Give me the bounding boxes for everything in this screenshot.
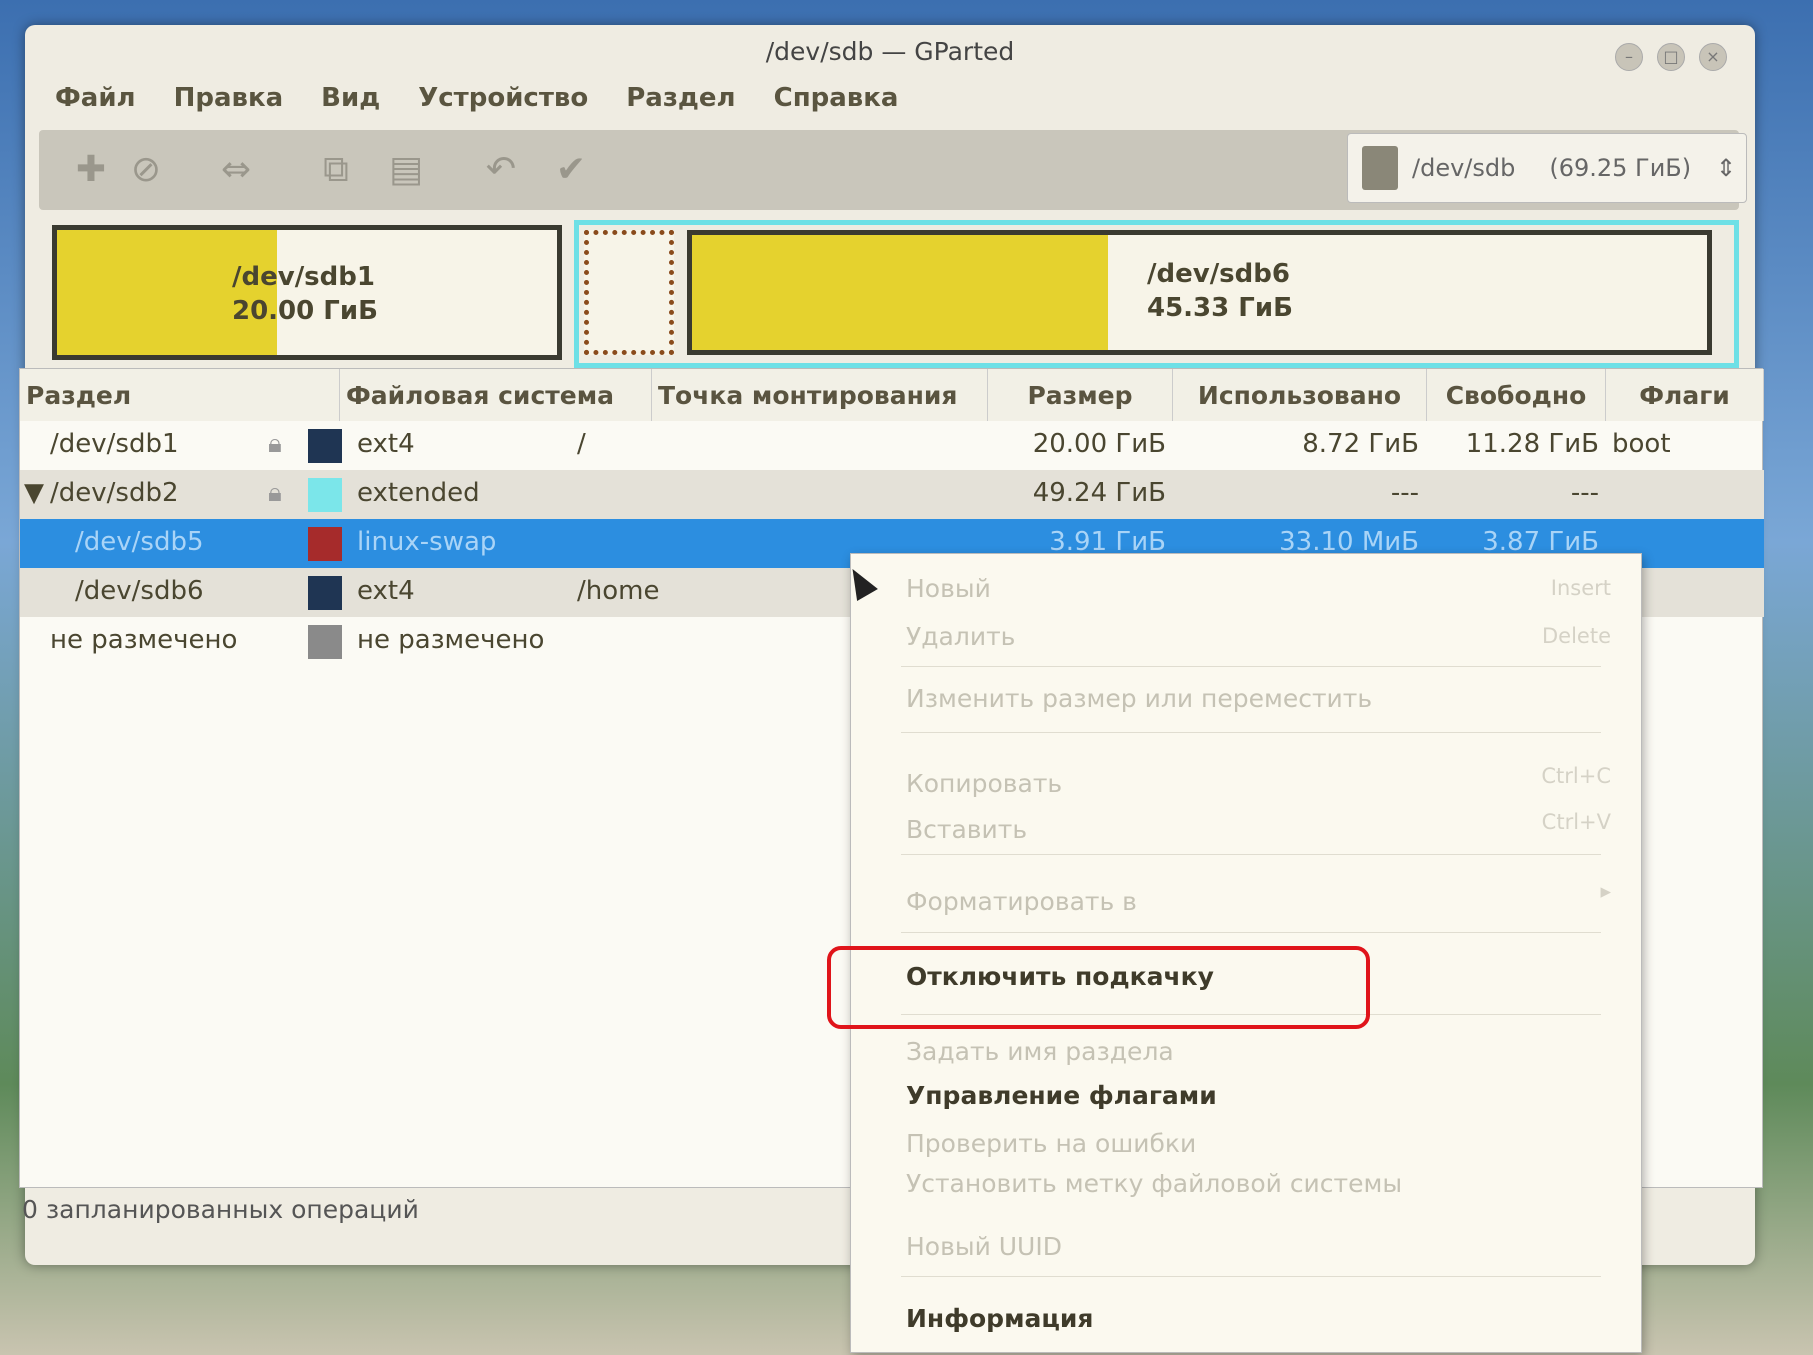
menu-format[interactable]: Форматировать в <box>906 887 1137 916</box>
col-mountpoint[interactable]: Точка монтирования <box>652 369 988 421</box>
chevron-updown-icon: ⇕ <box>1715 154 1736 182</box>
graph-sdb5[interactable] <box>584 230 674 355</box>
submenu-arrow-icon: ▸ <box>1600 879 1611 903</box>
separator <box>901 932 1601 933</box>
window-title: /dev/sdb — GParted <box>765 37 1015 66</box>
menu-edit[interactable]: Правка <box>174 83 284 113</box>
new-partition-icon[interactable]: ✚ <box>69 148 113 192</box>
menu-check[interactable]: Проверить на ошибки <box>906 1129 1196 1158</box>
menubar: Файл Правка Вид Устройство Раздел Справк… <box>55 83 898 113</box>
used-fill <box>692 235 1109 350</box>
device-selector[interactable]: /dev/sdb (69.25 ГиБ) ⇕ <box>1347 133 1747 203</box>
filesystem: extended <box>357 478 480 508</box>
fs-color-swatch <box>308 429 342 463</box>
col-partition[interactable]: Раздел <box>20 369 340 421</box>
undo-icon[interactable]: ↶ <box>479 148 523 192</box>
filesystem: linux-swap <box>357 527 497 557</box>
col-size[interactable]: Размер <box>988 369 1173 421</box>
close-button[interactable]: × <box>1699 43 1727 71</box>
shortcut-delete: Delete <box>1542 624 1611 648</box>
col-used[interactable]: Использовано <box>1173 369 1427 421</box>
fs-color-swatch <box>308 478 342 512</box>
expander-icon[interactable]: ▼ <box>24 478 44 508</box>
disk-icon <box>1362 146 1398 190</box>
graph-sdb1-name: /dev/sdb1 <box>232 262 375 292</box>
menu-resize[interactable]: Изменить размер или переместить <box>906 684 1372 713</box>
col-free[interactable]: Свободно <box>1427 369 1606 421</box>
device-size: (69.25 ГиБ) <box>1549 154 1692 182</box>
free: --- <box>1570 478 1599 508</box>
col-filesystem[interactable]: Файловая система <box>340 369 652 421</box>
menu-information[interactable]: Информация <box>906 1304 1093 1333</box>
used: 8.72 ГиБ <box>1302 429 1419 459</box>
mountpoint: / <box>577 429 586 459</box>
paste-icon[interactable]: ▤ <box>384 148 428 192</box>
partition-name: /dev/sdb1 <box>50 429 179 459</box>
shortcut-copy: Ctrl+C <box>1541 764 1611 788</box>
menu-device[interactable]: Устройство <box>418 83 588 113</box>
menu-view[interactable]: Вид <box>321 83 380 113</box>
menu-delete[interactable]: Удалить <box>906 622 1015 651</box>
menu-label[interactable]: Установить метку файловой системы <box>906 1169 1402 1198</box>
red-highlight-annotation <box>827 946 1370 1029</box>
used: --- <box>1390 478 1419 508</box>
resize-icon[interactable]: ⇔ <box>214 148 258 192</box>
maximize-button[interactable]: □ <box>1657 43 1685 71</box>
mountpoint: /home <box>577 576 660 606</box>
menu-help[interactable]: Справка <box>774 83 899 113</box>
fs-color-swatch <box>308 576 342 610</box>
graph-sdb1[interactable]: /dev/sdb1 20.00 ГиБ <box>52 225 562 360</box>
graph-sdb6[interactable]: /dev/sdb6 45.33 ГиБ <box>687 230 1712 355</box>
filesystem: не размечено <box>357 625 545 655</box>
partition-name: /dev/sdb2 <box>50 478 179 508</box>
fs-color-swatch <box>308 625 342 659</box>
lock-icon: 🔒︎ <box>268 429 282 459</box>
col-flags[interactable]: Флаги <box>1606 369 1764 421</box>
status-bar: 0 запланированных операций <box>22 1195 419 1224</box>
flags: boot <box>1612 429 1671 459</box>
partition-name: не размечено <box>50 625 238 655</box>
partition-name: /dev/sdb5 <box>75 527 204 557</box>
fs-color-swatch <box>308 527 342 561</box>
filesystem: ext4 <box>357 429 415 459</box>
table-row[interactable]: ▼/dev/sdb2 🔒︎ extended 49.24 ГиБ --- --- <box>20 470 1764 519</box>
device-name: /dev/sdb <box>1412 154 1516 182</box>
shortcut-paste: Ctrl+V <box>1541 810 1611 834</box>
apply-icon[interactable]: ✔ <box>549 148 593 192</box>
separator <box>901 854 1601 855</box>
separator <box>901 666 1601 667</box>
copy-icon[interactable]: ⧉ <box>314 148 358 192</box>
menu-new-uuid[interactable]: Новый UUID <box>906 1232 1062 1261</box>
menu-partition[interactable]: Раздел <box>626 83 735 113</box>
graph-sdb6-name: /dev/sdb6 <box>1147 259 1290 289</box>
minimize-button[interactable]: – <box>1615 43 1643 71</box>
graph-sdb1-size: 20.00 ГиБ <box>232 296 378 326</box>
menu-manage-flags[interactable]: Управление флагами <box>906 1081 1217 1110</box>
free: 11.28 ГиБ <box>1465 429 1599 459</box>
size: 20.00 ГиБ <box>1032 429 1166 459</box>
size: 49.24 ГиБ <box>1032 478 1166 508</box>
separator <box>901 1276 1601 1277</box>
menu-set-name[interactable]: Задать имя раздела <box>906 1037 1174 1066</box>
partition-graph: /dev/sdb1 20.00 ГиБ /dev/sdb6 45.33 ГиБ <box>39 220 1739 385</box>
menu-file[interactable]: Файл <box>55 83 136 113</box>
separator <box>901 732 1601 733</box>
menu-new[interactable]: Новый <box>906 574 991 603</box>
menu-copy[interactable]: Копировать <box>906 769 1062 798</box>
delete-icon[interactable]: ⊘ <box>124 148 168 192</box>
graph-sdb6-size: 45.33 ГиБ <box>1147 293 1293 323</box>
filesystem: ext4 <box>357 576 415 606</box>
lock-icon: 🔒︎ <box>268 478 282 508</box>
table-row[interactable]: /dev/sdb1 🔒︎ ext4 / 20.00 ГиБ 8.72 ГиБ 11.28 Г… <box>20 421 1764 470</box>
menu-paste[interactable]: Вставить <box>906 815 1027 844</box>
shortcut-insert: Insert <box>1550 576 1611 600</box>
partition-name: /dev/sdb6 <box>75 576 204 606</box>
